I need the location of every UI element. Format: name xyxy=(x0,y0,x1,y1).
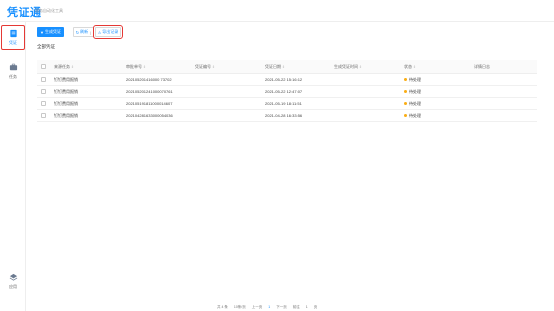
page-size-select[interactable]: 10条/页 xyxy=(234,305,246,310)
toolbar: ▼ 生成凭证 ↻ 刷新 | ⚠ 导出记录 xyxy=(37,25,123,39)
sort-icon[interactable]: ⇕ xyxy=(282,65,285,69)
row-select-cell[interactable] xyxy=(41,74,46,85)
pagination-total: 共 4 条 xyxy=(217,304,228,309)
goto-label: 前往 xyxy=(292,304,300,309)
page-unit-label: 页 xyxy=(313,304,318,309)
task-icon xyxy=(9,63,17,71)
row-select-cell[interactable] xyxy=(41,98,46,109)
refresh-button[interactable]: ↻ 刷新 | xyxy=(73,27,94,37)
cell-source: 钉钉费用报销 xyxy=(54,88,78,94)
sort-icon[interactable]: ⇕ xyxy=(71,65,74,69)
header-approval-label: 审批单号 xyxy=(126,63,142,69)
table-row[interactable]: 钉钉费用报销 202104281633000054036 2021-04-28 … xyxy=(37,110,537,122)
cell-status: 待处理 xyxy=(404,98,421,109)
generate-voucher-button[interactable]: ▼ 生成凭证 xyxy=(37,27,64,37)
header-generate-time[interactable]: 生成凭证时间 ⇕ xyxy=(334,60,362,73)
status-dot xyxy=(404,90,407,93)
table-header: 来源任务 ⇕ 审批单号 ⇕ 凭证编号 ⇕ 凭证日期 ⇕ 生成凭证时间 ⇕ 状态 ⇕ 详情日志 xyxy=(37,60,537,74)
row-checkbox[interactable] xyxy=(41,101,46,106)
sidebar-item-label: 任务 xyxy=(9,74,17,79)
header-source[interactable]: 来源任务 ⇕ xyxy=(54,60,74,73)
header-voucher[interactable]: 凭证编号 ⇕ xyxy=(195,60,215,73)
generate-voucher-label: 生成凭证 xyxy=(44,29,61,34)
row-checkbox[interactable] xyxy=(41,113,46,118)
table-row[interactable]: 钉钉费用报销 202105201241000070761 2021-05-22 … xyxy=(37,86,537,98)
header-log: 详情日志 xyxy=(474,60,490,73)
cell-approval: 202105201241000070761 xyxy=(126,89,173,94)
refresh-icon: ↻ xyxy=(75,29,80,35)
cell-status: 待处理 xyxy=(404,86,421,97)
cell-voucher-date: 2021-05-22 15:16:12 xyxy=(265,77,303,82)
cell-approval: 202104281633000054036 xyxy=(126,113,173,118)
status-text: 待处理 xyxy=(409,112,421,118)
sort-icon[interactable]: ⇕ xyxy=(413,65,416,69)
app-icon xyxy=(9,273,17,281)
row-checkbox[interactable] xyxy=(41,77,46,82)
sort-icon[interactable]: ⇕ xyxy=(359,65,362,69)
pagination: 共 4 条 10条/页 上一页 1 下一页 前往 1 页 xyxy=(217,304,323,310)
sort-icon[interactable]: ⇕ xyxy=(143,65,146,69)
cell-approval: 202105201416000 73702 xyxy=(126,77,172,82)
status-dot xyxy=(404,78,407,81)
header-log-label: 详情日志 xyxy=(474,63,490,69)
cell-source: 钉钉费用报销 xyxy=(54,100,78,106)
header-voucher-date-label: 凭证日期 xyxy=(265,63,281,69)
top-bar: 凭证通 财务自动化工具 xyxy=(0,0,554,22)
select-all-checkbox[interactable] xyxy=(41,64,46,69)
filter-icon: ▼ xyxy=(40,29,44,35)
voucher-icon xyxy=(9,29,17,38)
table-row[interactable]: 钉钉费用报销 202105191811000014607 2021-05-19 … xyxy=(37,98,537,110)
cell-voucher-date: 2021-05-19 18:11:51 xyxy=(265,101,302,106)
sidebar-item-task[interactable]: 任务 xyxy=(2,63,24,80)
voucher-table: 来源任务 ⇕ 审批单号 ⇕ 凭证编号 ⇕ 凭证日期 ⇕ 生成凭证时间 ⇕ 状态 ⇕ 详情日志… xyxy=(37,60,537,122)
header-status[interactable]: 状态 ⇕ xyxy=(404,60,416,73)
sidebar-item-voucher[interactable]: 凭证 xyxy=(1,25,25,50)
refresh-label: 刷新 xyxy=(80,29,89,34)
header-voucher-date[interactable]: 凭证日期 ⇕ xyxy=(265,60,285,73)
prev-page-button[interactable]: 上一页 xyxy=(252,305,263,310)
table-row[interactable]: 钉钉费用报销 202105201416000 73702 2021-05-22 … xyxy=(37,74,537,86)
status-dot xyxy=(404,114,407,117)
section-title: 全部凭证 xyxy=(37,44,55,49)
row-select-cell[interactable] xyxy=(41,110,46,121)
header-generate-time-label: 生成凭证时间 xyxy=(334,63,358,69)
row-select-cell[interactable] xyxy=(41,86,46,97)
cell-status: 待处理 xyxy=(404,74,421,85)
cell-voucher-date: 2021-05-22 12:47:07 xyxy=(265,89,303,94)
header-voucher-label: 凭证编号 xyxy=(195,63,211,69)
cell-status: 待处理 xyxy=(404,110,421,121)
app-subtitle: 财务自动化工具 xyxy=(35,8,63,13)
download-records-button[interactable]: ⚠ 导出记录 xyxy=(93,25,123,39)
header-source-label: 来源任务 xyxy=(54,63,70,69)
warning-icon: ⚠ xyxy=(97,29,102,35)
header-status-label: 状态 xyxy=(404,63,412,69)
status-text: 待处理 xyxy=(409,88,421,94)
sidebar: 凭证 任务 应用 xyxy=(0,22,26,311)
sidebar-item-label: 凭证 xyxy=(9,40,17,45)
next-page-button[interactable]: 下一页 xyxy=(276,305,287,310)
refresh-separator: | xyxy=(90,29,92,35)
cell-approval: 202105191811000014607 xyxy=(126,101,173,106)
select-all-cell[interactable] xyxy=(41,60,46,73)
status-text: 待处理 xyxy=(409,100,421,106)
row-checkbox[interactable] xyxy=(41,89,46,94)
current-page[interactable]: 1 xyxy=(268,305,270,309)
cell-source: 钉钉费用报销 xyxy=(54,76,78,82)
status-text: 待处理 xyxy=(409,76,421,82)
sidebar-item-app[interactable]: 应用 xyxy=(2,273,24,290)
cell-source: 钉钉费用报销 xyxy=(54,112,78,118)
cell-voucher-date: 2021-04-28 16:33:56 xyxy=(265,113,303,118)
download-records-label: 导出记录 xyxy=(102,29,119,34)
header-approval[interactable]: 审批单号 ⇕ xyxy=(126,60,146,73)
status-dot xyxy=(404,102,407,105)
sort-icon[interactable]: ⇕ xyxy=(212,65,215,69)
goto-page-input[interactable]: 1 xyxy=(306,305,308,309)
sidebar-item-label: 应用 xyxy=(9,284,17,289)
